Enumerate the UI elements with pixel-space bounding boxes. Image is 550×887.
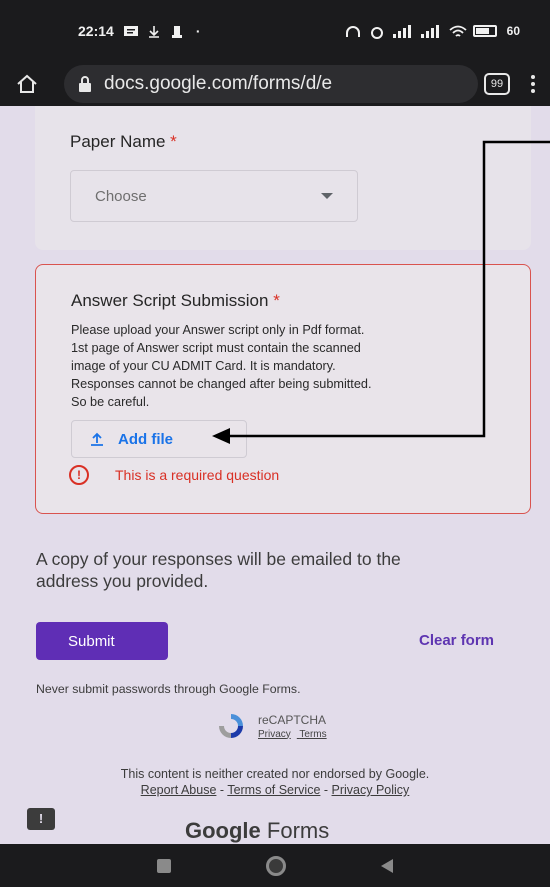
signal-icon xyxy=(392,24,411,38)
browser-toolbar: docs.google.com/forms/d/e 99 xyxy=(0,62,550,106)
tab-switcher-button[interactable]: 99 xyxy=(484,73,510,95)
back-icon[interactable] xyxy=(380,858,393,873)
url-text: docs.google.com/forms/d/e xyxy=(104,73,333,94)
required-mark: * xyxy=(273,291,280,310)
battery-level: 60 xyxy=(506,24,520,38)
dot-icon: · xyxy=(195,23,201,39)
google-forms-logo: Google Forms xyxy=(185,818,330,843)
dropdown-value: Choose xyxy=(95,187,147,205)
battery-icon xyxy=(472,25,497,37)
download-icon xyxy=(148,25,162,38)
password-warning: Never submit passwords through Google Fo… xyxy=(36,682,301,696)
tab-count: 99 xyxy=(490,78,504,90)
question-title: Paper Name * xyxy=(70,132,177,151)
disclaimer: This content is neither created nor endo… xyxy=(0,766,550,798)
lock-icon xyxy=(78,76,92,92)
upload-icon xyxy=(90,432,104,446)
clear-form-button[interactable]: Clear form xyxy=(419,632,494,649)
question-description: Please upload your Answer script only in… xyxy=(71,323,372,409)
question-title: Answer Script Submission * xyxy=(71,291,280,310)
recaptcha-terms-link[interactable]: Terms xyxy=(299,729,326,740)
error-text: This is a required question xyxy=(115,467,280,483)
notification-icon xyxy=(171,25,186,38)
response-copy-note: A copy of your responses will be emailed… xyxy=(36,549,401,591)
question-card-answer-script: Answer Script Submission * Please upload… xyxy=(35,264,531,514)
wifi-calling-signal-icon xyxy=(420,24,439,38)
overflow-menu-icon[interactable] xyxy=(530,75,536,93)
terms-of-service-link[interactable]: Terms of Service xyxy=(227,783,320,797)
add-file-button[interactable]: Add file xyxy=(71,420,247,458)
alarm-icon xyxy=(369,25,383,39)
message-icon xyxy=(123,25,138,37)
submit-button[interactable]: Submit xyxy=(36,622,168,660)
question-card-paper-name: Paper Name * Choose xyxy=(35,106,531,250)
error-icon: ! xyxy=(69,465,89,485)
feedback-icon[interactable]: ! xyxy=(27,808,55,830)
status-time: 22:14 xyxy=(78,23,114,39)
status-bar: 22:14 · 60 xyxy=(0,0,550,62)
headphones-icon xyxy=(345,25,360,37)
add-file-label: Add file xyxy=(118,430,173,448)
privacy-policy-link[interactable]: Privacy Policy xyxy=(332,783,410,797)
paper-name-dropdown[interactable]: Choose xyxy=(70,170,358,222)
wifi-icon xyxy=(449,25,467,37)
recaptcha-badge: reCAPTCHA Privacy Terms xyxy=(216,711,333,741)
home-nav-icon[interactable] xyxy=(265,855,286,876)
required-mark: * xyxy=(170,132,177,151)
recaptcha-privacy-link[interactable]: Privacy xyxy=(258,729,291,740)
home-icon[interactable] xyxy=(14,71,40,97)
report-abuse-link[interactable]: Report Abuse xyxy=(141,783,217,797)
footer-links: Report Abuse - Terms of Service - Privac… xyxy=(140,783,410,797)
recaptcha-icon xyxy=(216,711,246,741)
system-nav-bar xyxy=(0,844,550,887)
error-message: ! This is a required question xyxy=(69,465,279,485)
recaptcha-label: reCAPTCHA xyxy=(258,712,327,727)
address-bar[interactable]: docs.google.com/forms/d/e xyxy=(64,65,478,103)
chevron-down-icon xyxy=(321,193,333,199)
recent-apps-icon[interactable] xyxy=(157,858,172,873)
